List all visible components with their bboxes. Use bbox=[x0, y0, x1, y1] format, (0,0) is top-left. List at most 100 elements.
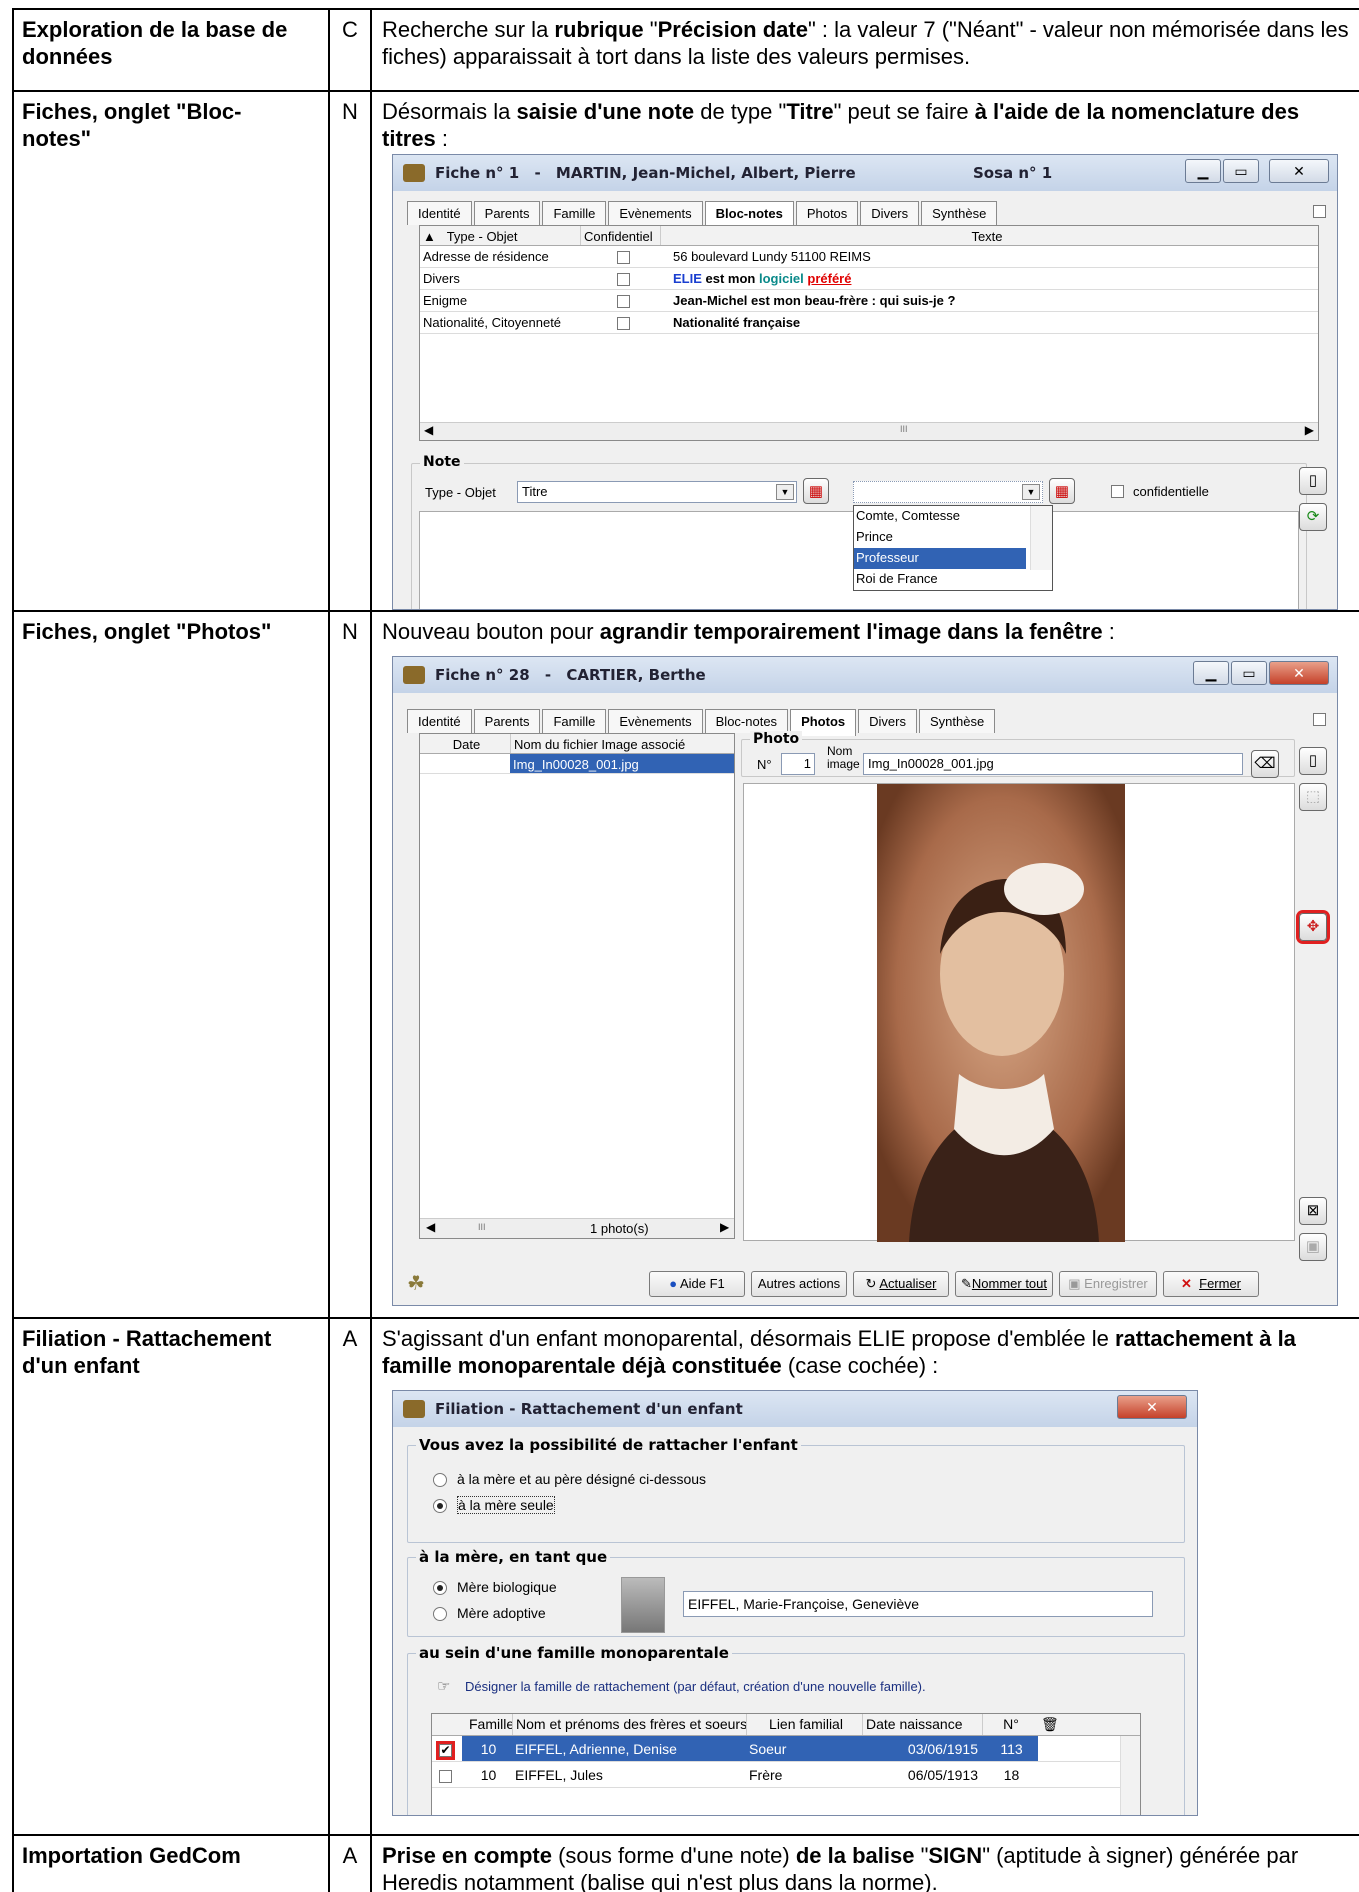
tab-divers[interactable]: Divers bbox=[858, 709, 917, 733]
close-icon[interactable]: ✕ bbox=[1269, 661, 1329, 685]
tab-bar: Identité Parents Famille Evènements Bloc-not… bbox=[407, 709, 997, 736]
photo-number-label: N° bbox=[757, 757, 772, 772]
table-row[interactable]: Enigme Jean-Michel est mon beau-frère : … bbox=[420, 290, 1318, 312]
tab-synthese[interactable]: Synthèse bbox=[921, 201, 998, 225]
list-item[interactable]: Img_In00028_001.jpg bbox=[420, 754, 734, 774]
nomenclature-icon[interactable]: ▦ bbox=[1049, 478, 1075, 504]
minimize-icon[interactable]: ▁ bbox=[1193, 661, 1229, 685]
tab-famille[interactable]: Famille bbox=[542, 709, 607, 733]
table-scrollbar[interactable] bbox=[1120, 1736, 1140, 1815]
tab-divers[interactable]: Divers bbox=[860, 201, 920, 225]
column-header-famille[interactable]: Famille bbox=[466, 1714, 512, 1735]
table-row[interactable]: ✔ 10 EIFFEL, Adrienne, Denise Soeur 03/0… bbox=[432, 1736, 1140, 1762]
group-title: à la mère, en tant que bbox=[416, 1548, 611, 1566]
dropdown-arrow-icon[interactable]: ▼ bbox=[1022, 484, 1040, 500]
column-header-nom[interactable]: Nom et prénoms des frères et soeurs bbox=[512, 1714, 746, 1735]
tab-parents[interactable]: Parents bbox=[473, 709, 541, 733]
tab-bloc-notes[interactable]: Bloc-notes bbox=[704, 201, 794, 228]
nomenclature-icon[interactable]: ▦ bbox=[803, 478, 829, 504]
photo-number-field[interactable]: 1 bbox=[781, 753, 815, 775]
dropdown-option[interactable]: Roi de France bbox=[854, 569, 1052, 590]
table-row[interactable]: Divers ELIE est mon logiciel préféré bbox=[420, 268, 1318, 290]
enlarge-image-icon[interactable]: ✥ bbox=[1299, 913, 1327, 941]
option-mother-only[interactable]: à la mère seule bbox=[433, 1496, 555, 1514]
column-header-type[interactable]: ▲ Type - Objet bbox=[420, 226, 580, 245]
dropdown-option[interactable]: Prince bbox=[854, 527, 1052, 548]
tab-synthese[interactable]: Synthèse bbox=[918, 709, 996, 733]
tab-parents[interactable]: Parents bbox=[473, 201, 541, 225]
photo-count: 1 photo(s) bbox=[590, 1221, 649, 1236]
corner-checkbox[interactable] bbox=[1313, 713, 1326, 726]
table-row[interactable]: Adresse de résidence 56 boulevard Lundy … bbox=[420, 246, 1318, 268]
close-icon[interactable]: ✕ bbox=[1117, 1395, 1187, 1419]
help-icon: ● bbox=[669, 1276, 678, 1291]
dropdown-scrollbar[interactable] bbox=[1030, 506, 1052, 570]
option-adoptive-mother[interactable]: Mère adoptive bbox=[433, 1605, 546, 1622]
change-flag: A bbox=[342, 1843, 358, 1868]
confidentielle-checkbox[interactable] bbox=[1111, 485, 1124, 498]
other-actions-button[interactable]: Autres actions bbox=[751, 1271, 847, 1297]
table-row[interactable]: 10 EIFFEL, Jules Frère 06/05/1913 18 bbox=[432, 1762, 1140, 1788]
maximize-icon[interactable]: ▭ bbox=[1231, 661, 1267, 685]
document-icon[interactable]: ▯ bbox=[1299, 747, 1327, 775]
save-button[interactable]: ▣ Enregistrer bbox=[1059, 1271, 1157, 1297]
crop-icon[interactable]: ⬚ bbox=[1299, 783, 1327, 811]
column-header-file[interactable]: Nom du fichier Image associé bbox=[510, 734, 734, 753]
refresh-button[interactable]: ↻ Actualiser bbox=[853, 1271, 949, 1297]
scroll-left-icon[interactable]: ◀ bbox=[426, 1220, 435, 1234]
refresh-icon[interactable]: ⟳ bbox=[1299, 503, 1327, 531]
confidential-checkbox[interactable] bbox=[617, 295, 630, 309]
image-name-field[interactable]: Img_In00028_001.jpg bbox=[863, 753, 1243, 775]
scroll-thumb-grip: III bbox=[900, 424, 908, 434]
tab-bloc-notes[interactable]: Bloc-notes bbox=[704, 709, 789, 733]
save-icon[interactable]: ▣ bbox=[1299, 1233, 1327, 1261]
column-header-date[interactable]: Date bbox=[420, 734, 510, 753]
notes-table: ▲ Type - Objet Confidentiel Texte Adress… bbox=[419, 225, 1319, 441]
table-row[interactable]: Nationalité, Citoyenneté Nationalité fra… bbox=[420, 312, 1318, 334]
eraser-icon[interactable]: ⌫ bbox=[1251, 750, 1279, 778]
type-label: Type - Objet bbox=[425, 485, 496, 500]
corner-checkbox[interactable] bbox=[1313, 205, 1326, 218]
confidential-checkbox[interactable] bbox=[617, 317, 630, 331]
tab-identite[interactable]: Identité bbox=[407, 709, 472, 733]
column-header-confidentiel[interactable]: Confidentiel bbox=[580, 226, 660, 245]
name-all-button[interactable]: ✎Nommer tout bbox=[955, 1271, 1053, 1297]
dropdown-option[interactable]: Comte, Comtesse bbox=[854, 506, 1052, 527]
row-checkbox[interactable] bbox=[439, 1769, 452, 1783]
row-checkbox[interactable]: ✔ bbox=[439, 1743, 452, 1757]
window-title-name: MARTIN, Jean-Michel, Albert, Pierre bbox=[555, 164, 856, 182]
change-flag: A bbox=[342, 1326, 358, 1351]
column-header-date[interactable]: Date naissance bbox=[862, 1714, 982, 1735]
tab-evenements[interactable]: Evènements bbox=[608, 201, 703, 225]
dropdown-option-selected[interactable]: Professeur bbox=[854, 548, 1026, 569]
column-header-texte[interactable]: Texte bbox=[660, 226, 1310, 245]
trash-icon[interactable]: 🗑 bbox=[1038, 1714, 1068, 1735]
document-icon[interactable]: ▯ bbox=[1299, 467, 1327, 495]
scroll-right-icon[interactable]: ▶ bbox=[1305, 423, 1314, 437]
confidential-checkbox[interactable] bbox=[617, 251, 630, 265]
tab-evenements[interactable]: Evènements bbox=[608, 709, 703, 733]
window-titlebar[interactable]: Filiation - Rattachement d'un enfant bbox=[393, 1391, 1197, 1427]
close-icon[interactable]: ✕ bbox=[1269, 159, 1329, 183]
option-mother-and-father[interactable]: à la mère et au père désigné ci-dessous bbox=[433, 1471, 706, 1488]
column-header-num[interactable]: N° bbox=[982, 1714, 1036, 1735]
scroll-right-icon[interactable]: ▶ bbox=[720, 1220, 729, 1234]
mother-name-field[interactable]: EIFFEL, Marie-Françoise, Geneviève bbox=[683, 1591, 1153, 1617]
dropdown-arrow-icon[interactable]: ▼ bbox=[776, 484, 794, 500]
delete-photo-icon[interactable]: ⊠ bbox=[1299, 1197, 1327, 1225]
column-header-lien[interactable]: Lien familial bbox=[746, 1714, 862, 1735]
tab-famille[interactable]: Famille bbox=[542, 201, 607, 225]
scroll-left-icon[interactable]: ◀ bbox=[424, 423, 433, 437]
designate-family-hint[interactable]: Désigner la famille de rattachement (par… bbox=[465, 1679, 926, 1694]
help-button[interactable]: ● Aide F1 bbox=[649, 1271, 745, 1297]
tab-photos[interactable]: Photos bbox=[795, 201, 859, 225]
tab-identite[interactable]: Identité bbox=[407, 201, 472, 225]
horizontal-scrollbar[interactable]: ◀ III ▶ bbox=[420, 422, 1318, 440]
maximize-icon[interactable]: ▭ bbox=[1223, 159, 1259, 183]
minimize-icon[interactable]: ▁ bbox=[1185, 159, 1221, 183]
close-button[interactable]: ✕ Fermer bbox=[1163, 1271, 1259, 1297]
confidential-checkbox[interactable] bbox=[617, 273, 630, 287]
type-object-select[interactable]: Titre ▼ bbox=[517, 481, 797, 503]
option-biological-mother[interactable]: Mère biologique bbox=[433, 1579, 557, 1596]
title-select[interactable]: ▼ bbox=[853, 481, 1043, 503]
